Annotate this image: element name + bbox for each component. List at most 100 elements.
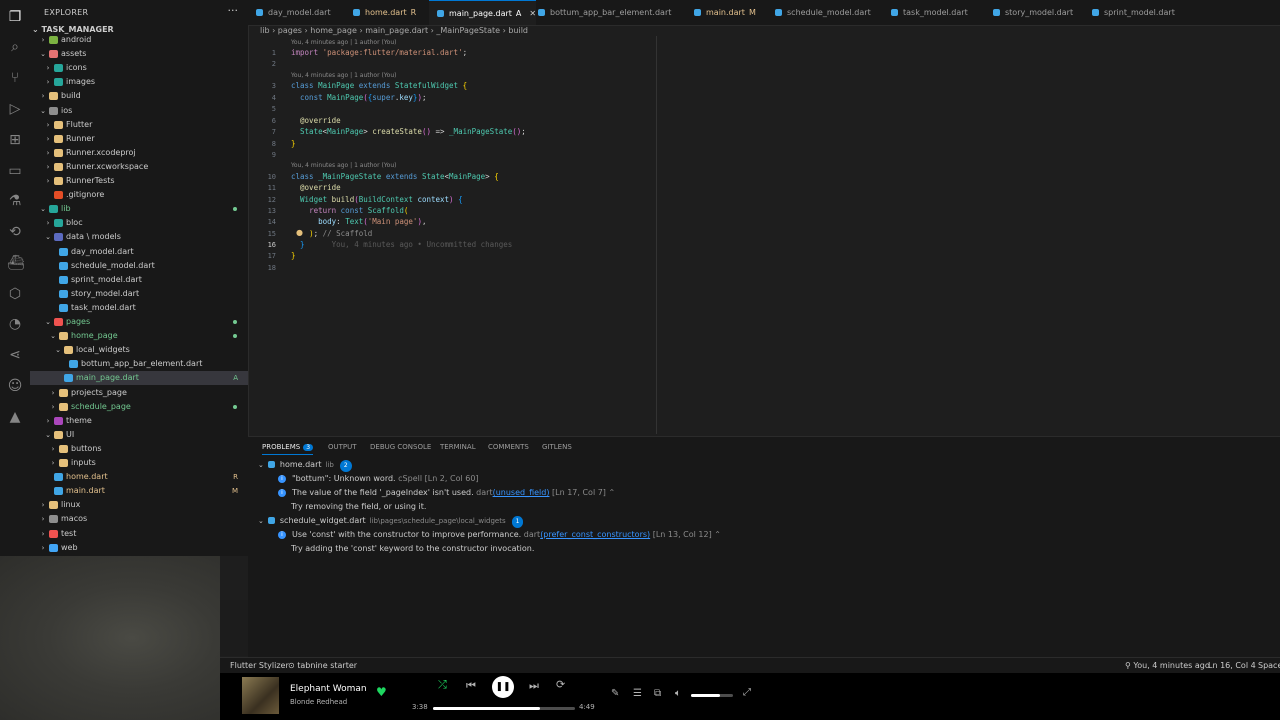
chevron-right-icon[interactable]: ›: [39, 541, 47, 555]
tab-main-dart[interactable]: main.dart M: [686, 0, 756, 25]
tree-item[interactable]: task_model.dart: [30, 301, 248, 315]
tree-item[interactable]: › buttons: [30, 442, 248, 456]
gitlens-icon[interactable]: ⟲: [7, 224, 23, 240]
tree-item[interactable]: ⌄ home_page: [30, 329, 248, 343]
chevron-right-icon[interactable]: ›: [39, 498, 47, 512]
tree-item[interactable]: › Runner: [30, 132, 248, 146]
chevron-right-icon[interactable]: ›: [44, 174, 52, 188]
chevron-down-icon[interactable]: ⌄: [39, 202, 47, 216]
chevron-right-icon[interactable]: ›: [39, 527, 47, 541]
chevron-right-icon[interactable]: ›: [44, 75, 52, 89]
tree-item[interactable]: main_page.dart A: [30, 371, 248, 386]
remote-explorer-icon[interactable]: ▭: [7, 163, 23, 179]
code-editor[interactable]: You, 4 minutes ago | 1 author (You) You,…: [248, 36, 1280, 436]
chevron-right-icon[interactable]: ›: [44, 132, 52, 146]
testing-icon[interactable]: ⚗: [7, 193, 23, 209]
tree-item[interactable]: › schedule_page: [30, 400, 248, 414]
tree-item[interactable]: › macos: [30, 512, 248, 526]
tab-output[interactable]: OUTPUT: [328, 443, 357, 451]
tree-item[interactable]: › theme: [30, 414, 248, 428]
chevron-right-icon[interactable]: ›: [44, 118, 52, 132]
chevron-right-icon[interactable]: ›: [49, 386, 57, 400]
chevron-down-icon[interactable]: ⌄: [44, 428, 52, 442]
chevron-right-icon[interactable]: ›: [39, 33, 47, 47]
chevron-up-icon[interactable]: ⌃: [714, 530, 721, 539]
tree-item[interactable]: › icons: [30, 61, 248, 75]
tree-item[interactable]: schedule_model.dart: [30, 259, 248, 273]
tree-item[interactable]: › test: [30, 527, 248, 541]
blame-annotation[interactable]: You, 4 minutes ago | 1 author (You): [291, 72, 397, 79]
tree-item[interactable]: › build: [30, 89, 248, 103]
chevron-down-icon[interactable]: ⌄: [54, 343, 62, 357]
problem-item[interactable]: i "bottum": Unknown word. cSpell [Ln 2, C…: [278, 473, 479, 485]
tab-comments[interactable]: COMMENTS: [488, 443, 529, 451]
tree-item[interactable]: ⌄ lib: [30, 202, 248, 216]
tree-item[interactable]: story_model.dart: [30, 287, 248, 301]
cursor-position[interactable]: Ln 16, Col 4: [1208, 658, 1256, 674]
blame-annotation[interactable]: You, 4 minutes ago | 1 author (You): [291, 162, 397, 169]
tree-item[interactable]: › Runner.xcworkspace: [30, 160, 248, 174]
problem-group-schedule-widget[interactable]: ⌄ schedule_widget.dart lib\pages\schedule_…: [258, 515, 524, 528]
dart-devtools-icon[interactable]: ⋖: [7, 347, 23, 363]
search-icon[interactable]: ⌕: [7, 39, 23, 55]
explorer-icon[interactable]: ❐: [7, 9, 23, 25]
chevron-right-icon[interactable]: ›: [49, 400, 57, 414]
tree-item[interactable]: › RunnerTests: [30, 174, 248, 188]
tab-bottum-app-bar-element-dart[interactable]: bottum_app_bar_element.dart: [530, 0, 671, 25]
tab-problems[interactable]: PROBLEMS 3: [262, 443, 314, 455]
tab-home-dart[interactable]: home.dart R: [345, 0, 416, 25]
source-control-icon[interactable]: ⑂: [7, 70, 23, 86]
breadcrumb[interactable]: lib › pages › home_page › main_page.dart…: [260, 26, 528, 36]
queue-icon[interactable]: ☰: [633, 688, 642, 699]
lightbulb-icon[interactable]: ●: [296, 228, 303, 237]
tree-item[interactable]: sprint_model.dart: [30, 273, 248, 287]
problem-item[interactable]: i Use 'const' with the constructor to imp…: [278, 529, 721, 541]
tree-item[interactable]: › Runner.xcodeproj: [30, 146, 248, 160]
copilot-icon[interactable]: ☺: [7, 378, 23, 394]
tree-item[interactable]: home.dart R: [30, 470, 248, 484]
progress-bar[interactable]: [433, 707, 575, 710]
chevron-down-icon[interactable]: ⌄: [39, 104, 47, 118]
chevron-right-icon[interactable]: ›: [44, 146, 52, 160]
indentation-status[interactable]: Space: [1258, 658, 1280, 674]
tab-day-model-dart[interactable]: day_model.dart: [248, 0, 331, 25]
repeat-icon[interactable]: ⟳: [556, 678, 565, 691]
timeline-icon[interactable]: ◔: [7, 316, 23, 332]
tree-item[interactable]: › linux: [30, 498, 248, 512]
chevron-right-icon[interactable]: ›: [44, 61, 52, 75]
tree-item[interactable]: bottum_app_bar_element.dart: [30, 357, 248, 371]
tree-item[interactable]: ⌄ local_widgets: [30, 343, 248, 357]
blame-annotation[interactable]: You, 4 minutes ago | 1 author (You): [291, 39, 397, 46]
problem-item[interactable]: i The value of the field '_pageIndex' isn…: [278, 487, 615, 499]
tree-item[interactable]: › projects_page: [30, 386, 248, 400]
album-art[interactable]: [242, 677, 279, 714]
tree-item[interactable]: › images: [30, 75, 248, 89]
tree-item[interactable]: › web: [30, 541, 248, 555]
volume-slider[interactable]: [691, 694, 733, 697]
fullscreen-icon[interactable]: ⤢: [743, 687, 751, 698]
deploy-icon[interactable]: ▲: [7, 409, 23, 425]
chevron-down-icon[interactable]: ⌄: [49, 329, 57, 343]
tree-item[interactable]: ⌄ data \ models: [30, 230, 248, 244]
flutter-icon[interactable]: ⬡: [7, 286, 23, 302]
tree-item[interactable]: ⌄ UI: [30, 428, 248, 442]
next-icon[interactable]: ⏭: [529, 679, 539, 693]
chevron-down-icon[interactable]: ⌄: [44, 230, 52, 244]
chevron-right-icon[interactable]: ›: [39, 512, 47, 526]
chevron-right-icon[interactable]: ›: [44, 414, 52, 428]
tree-item[interactable]: › inputs: [30, 456, 248, 470]
volume-icon[interactable]: 🔈︎: [675, 688, 681, 699]
song-title[interactable]: Elephant Woman: [290, 684, 367, 694]
tree-item[interactable]: day_model.dart: [30, 245, 248, 259]
chevron-right-icon[interactable]: ›: [44, 160, 52, 174]
extensions-icon[interactable]: ⊞: [7, 132, 23, 148]
chevron-right-icon[interactable]: ›: [39, 89, 47, 103]
tree-item[interactable]: ⌄ ios: [30, 104, 248, 118]
run-debug-icon[interactable]: ▷: [7, 101, 23, 117]
artist-name[interactable]: Blonde Redhead: [290, 698, 347, 706]
chevron-right-icon[interactable]: ›: [44, 216, 52, 230]
shuffle-icon[interactable]: ⤮: [438, 678, 447, 692]
lyrics-icon[interactable]: ✎: [611, 688, 619, 699]
tree-item[interactable]: › Flutter: [30, 118, 248, 132]
chevron-down-icon[interactable]: ⌄: [39, 47, 47, 61]
